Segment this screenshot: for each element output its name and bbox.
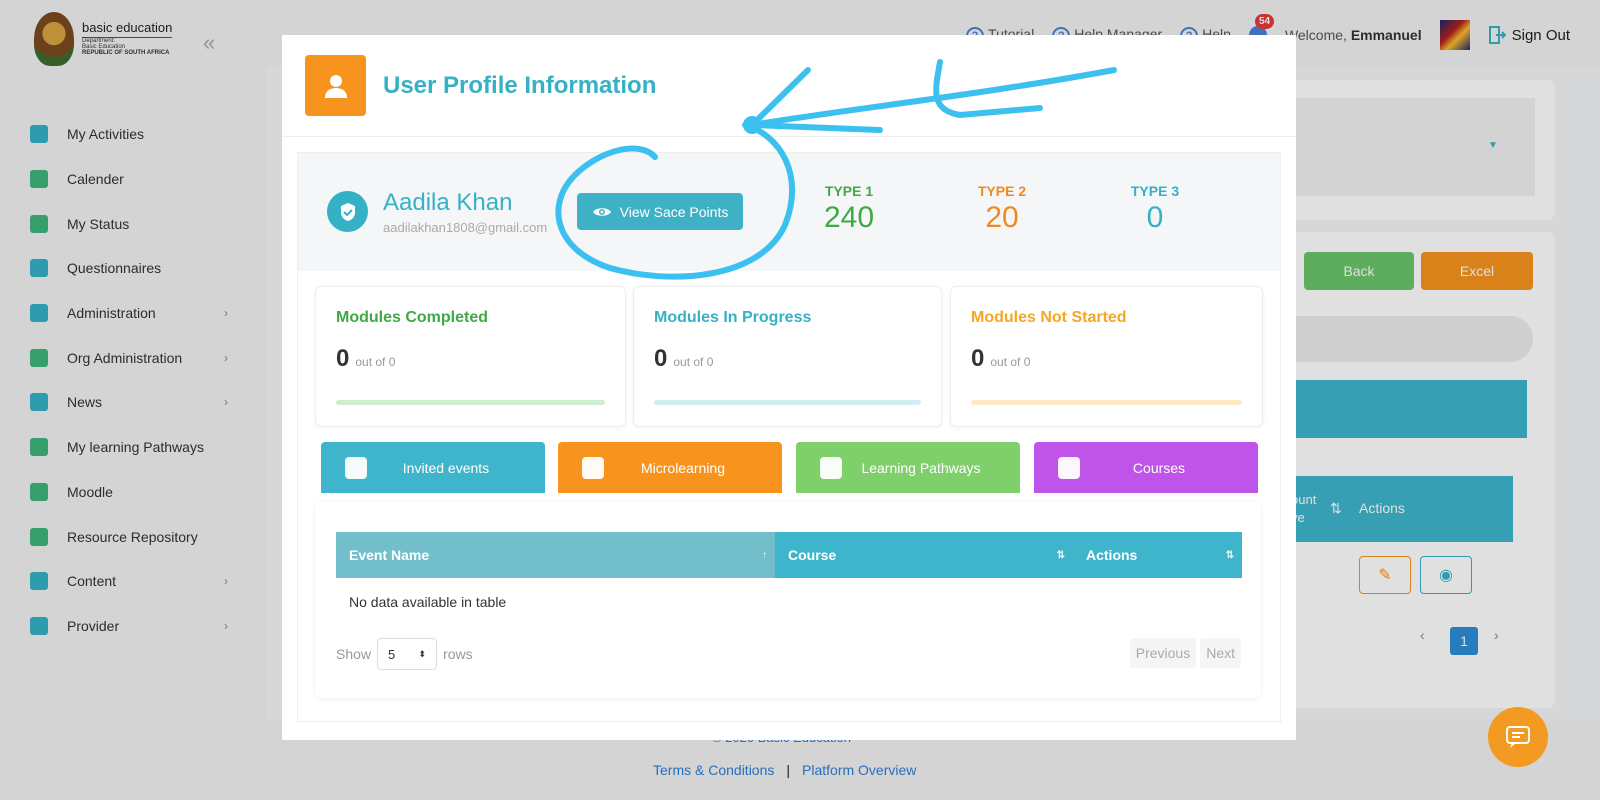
annotation-scribble (555, 59, 1117, 280)
